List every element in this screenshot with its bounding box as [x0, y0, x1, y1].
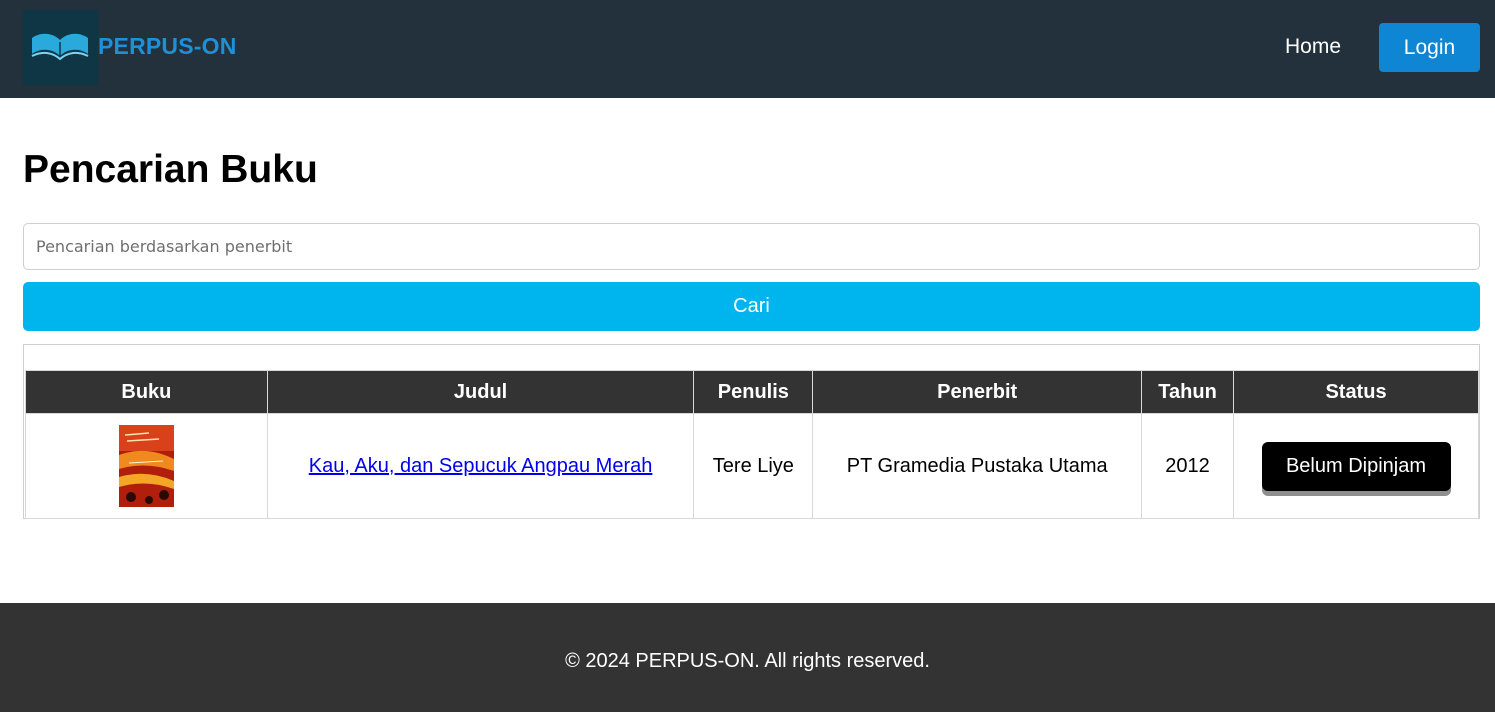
cell-status: Belum Dipinjam	[1233, 413, 1479, 519]
column-header-penerbit: Penerbit	[812, 370, 1143, 414]
brand-name[interactable]: PERPUS-ON	[98, 33, 237, 60]
top-navbar: PERPUS-ON Home Login	[0, 0, 1495, 98]
search-button[interactable]: Cari	[23, 282, 1480, 331]
books-table: Buku Judul Penulis Penerbit Tahun Status	[25, 370, 1479, 519]
column-header-tahun: Tahun	[1141, 370, 1235, 414]
open-book-icon	[31, 33, 89, 61]
search-input[interactable]	[23, 223, 1480, 270]
footer: © 2024 PERPUS-ON. All rights reserved.	[0, 603, 1495, 712]
cell-publisher: PT Gramedia Pustaka Utama	[812, 413, 1143, 519]
status-button[interactable]: Belum Dipinjam	[1261, 441, 1451, 491]
cell-author: Tere Liye	[693, 413, 814, 519]
table-row: Kau, Aku, dan Sepucuk Angpau Merah Tere …	[25, 413, 1479, 519]
cell-year: 2012	[1141, 413, 1235, 519]
cell-cover	[25, 413, 268, 519]
column-header-judul: Judul	[266, 370, 695, 414]
book-cover-image[interactable]	[118, 425, 174, 507]
table-header-row: Buku Judul Penulis Penerbit Tahun Status	[25, 370, 1479, 414]
page-title: Pencarian Buku	[23, 148, 318, 191]
books-table-container: Buku Judul Penulis Penerbit Tahun Status	[23, 344, 1480, 519]
column-header-buku: Buku	[25, 370, 268, 414]
logo[interactable]	[23, 10, 98, 85]
footer-copyright: © 2024 PERPUS-ON. All rights reserved.	[565, 650, 930, 672]
login-button[interactable]: Login	[1379, 23, 1480, 72]
column-header-penulis: Penulis	[693, 370, 814, 414]
book-title-link[interactable]: Kau, Aku, dan Sepucuk Angpau Merah	[309, 455, 653, 477]
book-cover-art	[118, 425, 174, 507]
column-header-status: Status	[1233, 370, 1479, 414]
nav-home-link[interactable]: Home	[1285, 35, 1341, 59]
cell-title: Kau, Aku, dan Sepucuk Angpau Merah	[266, 413, 695, 519]
